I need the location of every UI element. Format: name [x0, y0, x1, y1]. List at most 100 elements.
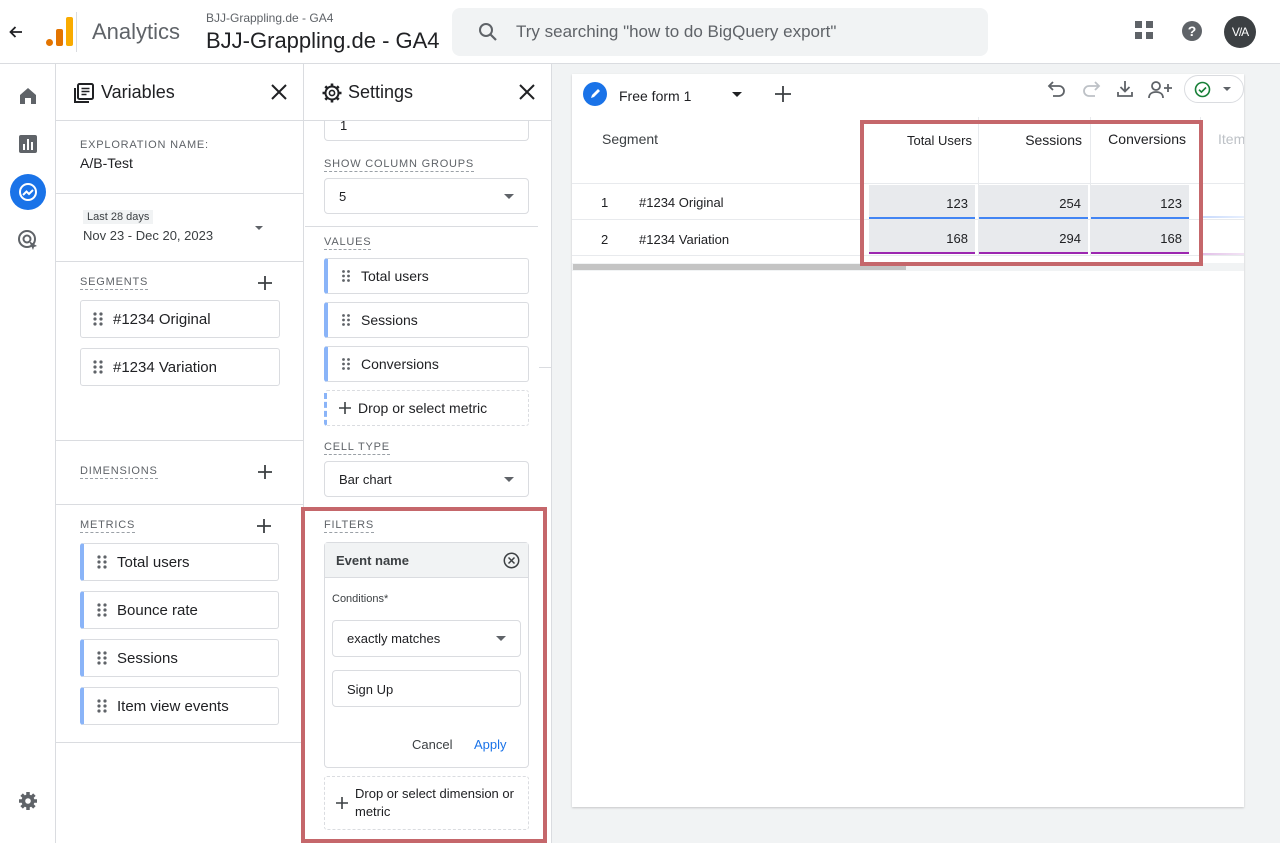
row-index: 2: [601, 232, 609, 247]
drop-metric-label: Drop or select metric: [358, 400, 488, 416]
property-selector[interactable]: BJJ-Grappling.de - GA4: [206, 28, 440, 54]
metric-chip[interactable]: Item view events: [80, 687, 279, 725]
row-segment: #1234 Original: [639, 195, 724, 210]
close-variables-icon[interactable]: [269, 82, 289, 102]
metric-chip[interactable]: Bounce rate: [80, 591, 279, 629]
cell-type-value: Bar chart: [339, 471, 392, 487]
metrics-label: METRICS: [80, 519, 136, 533]
variables-title: Variables: [101, 82, 175, 102]
close-settings-icon[interactable]: [517, 82, 537, 102]
filters-label: FILTERS: [324, 519, 375, 533]
filter-card: Event name Conditions* exactly matches S…: [324, 542, 529, 768]
explore-icon[interactable]: [10, 174, 46, 210]
row-divider: [572, 183, 1244, 184]
drag-handle-icon[interactable]: [97, 699, 107, 713]
segment-column-header[interactable]: Segment: [602, 131, 658, 147]
column-header[interactable]: Total Users: [870, 133, 972, 148]
edit-pencil-icon[interactable]: [583, 82, 607, 106]
drag-handle-icon[interactable]: [342, 358, 350, 370]
add-dimension-icon[interactable]: [256, 463, 274, 481]
home-icon[interactable]: [10, 78, 46, 114]
column-header[interactable]: Item: [1218, 131, 1244, 147]
tab-free-form-1[interactable]: Free form 1: [577, 74, 756, 116]
metric-cell: 168: [869, 220, 975, 254]
cancel-button[interactable]: Cancel: [412, 737, 452, 752]
divider: [56, 440, 303, 441]
account-breadcrumb[interactable]: BJJ-Grappling.de - GA4: [206, 11, 333, 25]
chevron-down-icon: [504, 477, 514, 482]
variables-list-icon: [74, 83, 94, 103]
check-circle-icon: [1194, 81, 1211, 98]
horizontal-scrollbar-track[interactable]: [572, 263, 1244, 271]
drag-handle-icon[interactable]: [97, 555, 107, 569]
drop-filter-zone[interactable]: Drop or select dimension or metric: [324, 776, 529, 830]
drag-handle-icon[interactable]: [342, 314, 350, 326]
search-bar[interactable]: [452, 8, 988, 56]
undo-icon[interactable]: [1046, 80, 1066, 98]
remove-filter-icon[interactable]: [503, 552, 520, 569]
segment-chip[interactable]: #1234 Original: [80, 300, 280, 338]
back-arrow-icon[interactable]: [6, 22, 26, 42]
value-label: Sessions: [361, 312, 418, 328]
segment-chip[interactable]: #1234 Variation: [80, 348, 280, 386]
column-header[interactable]: Sessions: [980, 132, 1082, 148]
show-column-groups-label: SHOW COLUMN GROUPS: [324, 158, 475, 172]
chevron-down-icon[interactable]: [732, 92, 742, 97]
segment-label: #1234 Variation: [113, 358, 217, 376]
condition-select[interactable]: exactly matches: [332, 620, 521, 657]
add-tab-button[interactable]: [760, 74, 806, 112]
reports-icon[interactable]: [10, 126, 46, 162]
value-chip[interactable]: Conversions: [324, 346, 529, 382]
divider: [56, 261, 303, 262]
chevron-down-icon: [255, 226, 263, 230]
advertising-icon[interactable]: [10, 222, 46, 258]
row-index: 1: [601, 195, 609, 210]
drag-handle-icon[interactable]: [97, 603, 107, 617]
top-app-bar: Analytics BJJ-Grappling.de - GA4 BJJ-Gra…: [0, 0, 1280, 64]
help-icon[interactable]: ?: [1181, 20, 1203, 42]
add-metric-icon[interactable]: [255, 517, 273, 535]
metric-chip[interactable]: Sessions: [80, 639, 279, 677]
drag-handle-icon[interactable]: [93, 360, 103, 374]
date-range-label: Last 28 days: [83, 210, 154, 224]
apply-button[interactable]: Apply: [474, 737, 507, 752]
cell-type-label: CELL TYPE: [324, 441, 390, 455]
drag-handle-icon[interactable]: [97, 651, 107, 665]
value-chip[interactable]: Sessions: [324, 302, 529, 338]
drag-handle-icon[interactable]: [342, 270, 350, 282]
plus-icon: [775, 86, 791, 102]
share-user-icon[interactable]: [1148, 80, 1174, 100]
chevron-down-icon: [504, 194, 514, 199]
settings-title: Settings: [348, 82, 414, 102]
metric-cell: 294: [979, 220, 1088, 254]
tab-label: Free form 1: [619, 88, 692, 104]
add-segment-icon[interactable]: [256, 274, 274, 292]
divider: [56, 120, 303, 121]
column-header[interactable]: Conversions: [1092, 131, 1186, 147]
divider: [305, 226, 538, 227]
rows-per-page-field[interactable]: 1: [324, 121, 529, 141]
account-avatar[interactable]: V/A: [1224, 16, 1256, 48]
column-separator: [1200, 117, 1201, 255]
settings-gear-icon: [321, 82, 343, 104]
redo-icon[interactable]: [1082, 80, 1102, 98]
search-icon: [478, 22, 498, 42]
metric-chip[interactable]: Total users: [80, 543, 279, 581]
exploration-name[interactable]: A/B-Test: [80, 155, 133, 171]
apps-grid-icon[interactable]: [1134, 20, 1154, 40]
save-status-dropdown[interactable]: [1184, 75, 1244, 103]
search-input[interactable]: [516, 18, 966, 46]
drag-handle-icon[interactable]: [93, 312, 103, 326]
cell-type-select[interactable]: Bar chart: [324, 461, 529, 497]
segments-label: SEGMENTS: [80, 276, 149, 290]
horizontal-scrollbar-thumb[interactable]: [573, 264, 906, 270]
drop-metric-zone[interactable]: Drop or select metric: [324, 390, 529, 426]
dimensions-label: DIMENSIONS: [80, 465, 158, 479]
admin-gear-icon[interactable]: [10, 783, 46, 819]
download-icon[interactable]: [1116, 80, 1134, 98]
rows-per-page-value: 1: [340, 121, 348, 133]
value-label: Total users: [361, 268, 429, 284]
filter-value-input[interactable]: Sign Up: [332, 670, 521, 707]
value-chip[interactable]: Total users: [324, 258, 529, 294]
show-column-groups-select[interactable]: 5: [324, 178, 529, 214]
